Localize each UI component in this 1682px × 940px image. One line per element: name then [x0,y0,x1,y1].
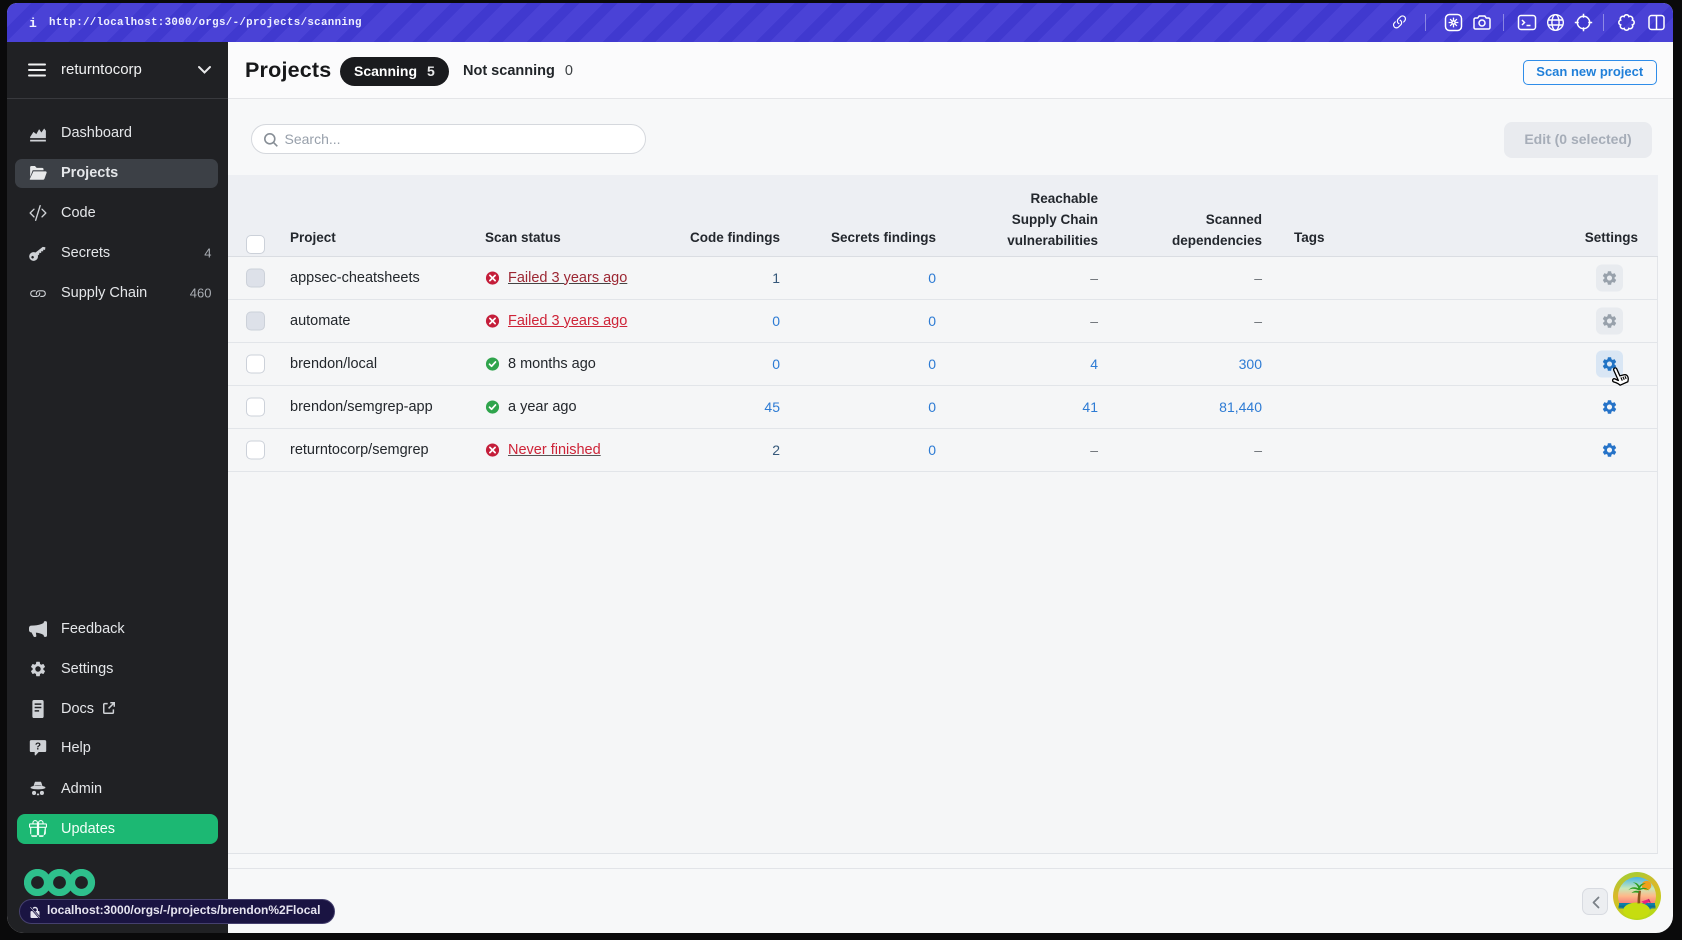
svg-text:?: ? [35,742,41,753]
